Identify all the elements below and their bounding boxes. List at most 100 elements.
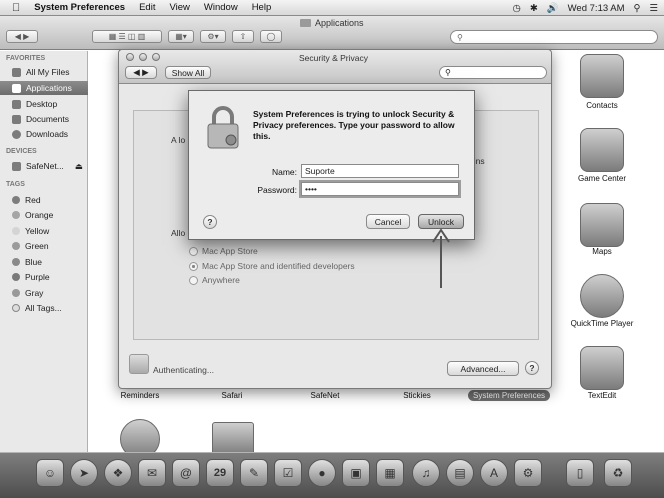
lock-icon[interactable]	[129, 354, 149, 374]
safari-icon[interactable]: ❖	[104, 459, 132, 487]
tag-dot-icon	[12, 273, 20, 281]
finder-sidebar: FAVORITES All My Files Applications Desk…	[0, 51, 88, 452]
sidebar-tag-gray[interactable]: Gray	[0, 286, 88, 300]
sidebar-tag-red[interactable]: Red	[0, 193, 88, 207]
sidebar-label: Yellow	[25, 226, 50, 236]
minimize-button[interactable]	[139, 53, 147, 61]
app-label-game-center: Game Center	[577, 174, 627, 183]
sidebar-tag-blue[interactable]: Blue	[0, 255, 88, 269]
radio-identified-developers[interactable]: Mac App Store and identified developers	[189, 261, 355, 271]
utilities-folder-icon[interactable]	[212, 422, 254, 456]
menu-window[interactable]: Window	[197, 2, 245, 13]
maps-app-icon[interactable]	[580, 203, 624, 247]
radio-button[interactable]	[189, 275, 198, 285]
advanced-button[interactable]: Advanced...	[447, 361, 519, 376]
contacts-icon[interactable]: @	[172, 459, 200, 487]
unlock-button[interactable]: Unlock	[418, 214, 464, 229]
password-field[interactable]: ••••	[301, 182, 459, 196]
app-label-reminders: Reminders	[120, 391, 160, 400]
sidebar-item-applications[interactable]: Applications	[0, 81, 88, 95]
tag-dot-icon	[12, 289, 20, 297]
action-gear-button[interactable]: ⚙▾	[200, 30, 226, 43]
radio-mac-app-store[interactable]: Mac App Store	[189, 246, 258, 256]
bluetooth-icon[interactable]: ✱	[530, 3, 538, 14]
sidebar-label: Desktop	[26, 99, 58, 109]
sidebar-label: Blue	[25, 257, 43, 267]
contacts-app-icon[interactable]	[580, 54, 624, 98]
zoom-button[interactable]	[152, 53, 160, 61]
launchpad-icon[interactable]: ➤	[70, 459, 98, 487]
spotlight-icon[interactable]: ⚲	[634, 3, 641, 14]
facetime-icon[interactable]: ▣	[342, 459, 370, 487]
reminders-icon[interactable]: ☑	[274, 459, 302, 487]
view-mode-buttons[interactable]: ▦ ☰ ◫ ▥	[92, 30, 162, 43]
sidebar-tag-yellow[interactable]: Yellow	[0, 224, 88, 238]
photo-booth-icon[interactable]: ▦	[376, 459, 404, 487]
textedit-app-icon[interactable]	[580, 346, 624, 390]
app-label-maps: Maps	[592, 247, 612, 256]
share-button[interactable]: ⇧	[232, 30, 254, 43]
trash-icon[interactable]: ♻	[604, 459, 632, 487]
app-label-stickies: Stickies	[403, 391, 431, 400]
window-controls	[126, 53, 160, 61]
apple-menu-icon[interactable]: 	[0, 2, 27, 14]
app-store-icon[interactable]: A	[480, 459, 508, 487]
itunes-icon[interactable]: ♫	[412, 459, 440, 487]
mail-icon[interactable]: ✉	[138, 459, 166, 487]
system-preferences-icon[interactable]: ⚙	[514, 459, 542, 487]
calendar-icon[interactable]: 29	[206, 459, 234, 487]
radio-button[interactable]	[189, 246, 198, 256]
sidebar-item-documents[interactable]: Documents	[0, 112, 88, 126]
sidebar-item-desktop[interactable]: Desktop	[0, 97, 88, 111]
sidebar-item-all-my-files[interactable]: All My Files	[0, 65, 88, 79]
applications-folder-icon[interactable]: ▯	[566, 459, 594, 487]
radio-anywhere[interactable]: Anywhere	[189, 275, 240, 285]
cancel-button[interactable]: Cancel	[366, 214, 410, 229]
notes-icon[interactable]: ✎	[240, 459, 268, 487]
folder-icon	[300, 19, 311, 27]
preferences-search-input[interactable]: ⚲	[439, 66, 547, 79]
show-all-button[interactable]: Show All	[165, 66, 211, 79]
password-label: Password:	[257, 185, 297, 195]
close-button[interactable]	[126, 53, 134, 61]
sidebar-item-downloads[interactable]: Downloads	[0, 127, 88, 141]
game-center-app-icon[interactable]	[580, 128, 624, 172]
sidebar-tag-purple[interactable]: Purple	[0, 270, 88, 284]
sidebar-tag-green[interactable]: Green	[0, 239, 88, 253]
sidebar-item-safenet[interactable]: SafeNet... ⏏	[0, 159, 88, 173]
help-button[interactable]: ?	[525, 361, 539, 375]
padlock-icon	[207, 106, 239, 149]
radio-button[interactable]	[189, 261, 198, 271]
sidebar-label: SafeNet...	[26, 161, 64, 171]
tag-dot-icon	[12, 242, 20, 250]
back-forward-buttons[interactable]: ◀ ▶	[125, 66, 157, 79]
eject-icon[interactable]: ⏏	[75, 161, 83, 172]
arrange-button[interactable]: ▦▾	[168, 30, 194, 43]
sidebar-label: Purple	[25, 272, 50, 282]
volume-icon[interactable]: 🔊	[547, 3, 559, 14]
finder-icon[interactable]: ☺	[36, 459, 64, 487]
search-icon: ⚲	[445, 68, 451, 77]
menu-help[interactable]: Help	[245, 2, 279, 13]
quicktime-app-icon[interactable]	[580, 274, 624, 318]
app-label-quicktime: QuickTime Player	[570, 319, 634, 328]
authenticating-status: Authenticating...	[153, 365, 214, 375]
menu-view[interactable]: View	[162, 2, 196, 13]
back-forward-buttons[interactable]: ◀ ▶	[6, 30, 38, 43]
name-field[interactable]: Suporte	[301, 164, 459, 178]
sidebar-tag-all-tags[interactable]: All Tags...	[0, 301, 88, 315]
sidebar-tag-orange[interactable]: Orange	[0, 208, 88, 222]
messages-icon[interactable]: ●	[308, 459, 336, 487]
tags-button[interactable]: ◯	[260, 30, 282, 43]
sidebar-label: All Tags...	[25, 303, 62, 313]
menu-edit[interactable]: Edit	[132, 2, 162, 13]
finder-title-text: Applications	[315, 18, 364, 28]
clock[interactable]: Wed 7:13 AM	[568, 3, 625, 14]
notification-icon[interactable]: ☰	[649, 3, 658, 14]
menu-app-name[interactable]: System Preferences	[27, 2, 132, 13]
tag-dot-icon	[12, 211, 20, 219]
ibooks-icon[interactable]: ▤	[446, 459, 474, 487]
time-machine-icon[interactable]: ◷	[513, 3, 521, 14]
finder-search-input[interactable]: ⚲	[450, 30, 658, 44]
dialog-help-button[interactable]: ?	[203, 215, 217, 229]
